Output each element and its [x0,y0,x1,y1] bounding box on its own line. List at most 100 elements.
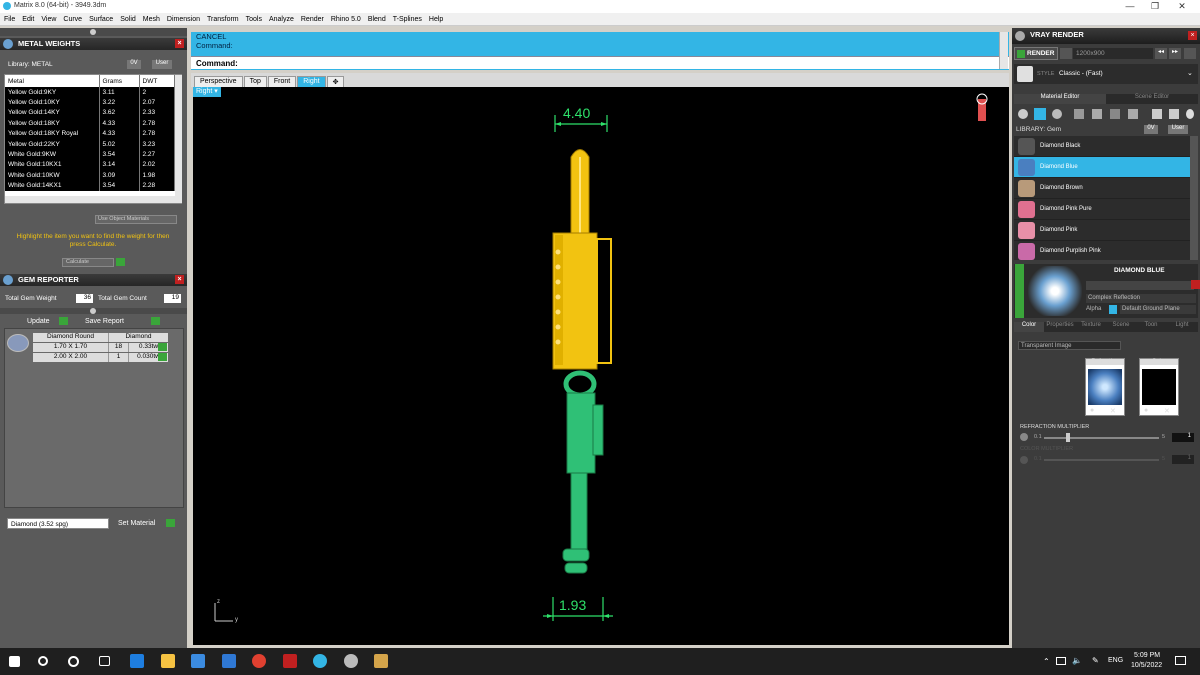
close-icon[interactable]: × [175,275,184,284]
set-material-button[interactable]: Set Material [118,520,155,527]
list-item[interactable]: Diamond Pink [1014,220,1190,241]
tab-front[interactable]: Front [267,76,297,87]
settings-icon[interactable] [1184,48,1196,59]
menu-help[interactable]: Help [429,16,443,23]
table-scrollbar[interactable] [175,75,182,203]
clear-icon[interactable]: ✕ [1164,407,1170,415]
windows-start-icon[interactable] [9,656,20,667]
task-view-icon[interactable] [68,656,79,667]
menu-tsplines[interactable]: T-Splines [393,16,422,23]
col-metal[interactable]: Metal [5,75,100,87]
save-report-go-icon[interactable] [151,317,160,325]
tab-color[interactable]: Color [1014,322,1044,332]
list-item[interactable]: Diamond Pink Pure [1014,199,1190,220]
widgets-icon[interactable] [99,656,110,666]
table-row[interactable]: Yellow Gold:10KY 3.22 2.07 [5,97,175,108]
drop-icon[interactable] [1018,109,1028,119]
minimize-button[interactable]: — [1120,1,1140,11]
menu-analyze[interactable]: Analyze [269,16,294,23]
update-go-icon[interactable] [59,317,68,325]
color-swatch[interactable]: Color ● ✕ [1139,358,1179,416]
tab-properties[interactable]: Properties [1044,322,1076,332]
panel-slider[interactable] [0,308,187,314]
rewind-icon[interactable]: ◂◂ [1155,48,1167,59]
menu-solid[interactable]: Solid [120,16,136,23]
tab-perspective[interactable]: Perspective [194,76,243,87]
menu-rhino[interactable]: Rhino 5.0 [331,16,361,23]
ground-select[interactable]: Default Ground Plane [1120,305,1196,314]
gem-row[interactable]: 2.00 X 2.00 1 0.030tw [33,353,168,362]
list-item[interactable]: Diamond Black [1014,136,1190,157]
list-item[interactable]: Diamond Brown [1014,178,1190,199]
material-scrollbar[interactable] [1190,136,1198,260]
gem-row-go-icon[interactable] [158,353,167,361]
grid-icon[interactable] [1128,109,1138,119]
viewport-right[interactable]: 4.40 1.93 z y [193,87,1009,645]
table-row[interactable]: White Gold:10KX1 3.14 2.02 [5,159,175,171]
table-row[interactable]: Yellow Gold:18KY Royal 4.33 2.78 [5,128,175,139]
tab-scene-editor[interactable]: Scene Editor [1106,94,1198,104]
pattern-icon[interactable] [1110,109,1120,119]
mail-icon[interactable] [222,654,236,668]
network-icon[interactable] [1056,657,1066,665]
chrome-icon[interactable] [252,654,266,668]
refraction-slider[interactable] [1044,437,1159,439]
close-icon[interactable]: × [175,39,184,48]
maximize-button[interactable]: ❐ [1145,1,1165,12]
filter-0v[interactable]: 0V [1144,125,1158,134]
menu-blend[interactable]: Blend [368,16,386,23]
menu-edit[interactable]: Edit [22,16,34,23]
tab-light[interactable]: Light [1166,322,1198,332]
slider-icon[interactable] [1020,433,1028,441]
render-button[interactable]: RENDER [1014,47,1058,60]
calculate-go-icon[interactable] [116,258,125,266]
refraction-swatch[interactable]: Refraction ● ✕ [1085,358,1125,416]
add-tab-icon[interactable]: ✥ [326,76,345,87]
save-report-button[interactable]: Save Report [85,318,124,325]
filter-0v[interactable]: 0V [127,60,141,69]
table-row[interactable]: White Gold:10KW 3.09 1.98 [5,170,175,181]
filter-user[interactable]: User [152,60,172,69]
close-icon[interactable]: × [1188,31,1197,40]
clock-time[interactable]: 5:09 PM [1134,652,1160,659]
resolution-field[interactable]: 1200x900 [1073,48,1153,59]
tab-top[interactable]: Top [243,76,267,87]
menu-view[interactable]: View [41,16,56,23]
add-material-icon[interactable] [1152,109,1162,119]
delete-icon[interactable] [1191,280,1200,289]
app-icon[interactable] [283,654,297,668]
style-row[interactable]: STYLE Classic - (Fast) ⌄ [1014,64,1198,84]
slider-knob[interactable] [90,308,96,314]
light-icon[interactable] [1186,109,1194,119]
filter-user[interactable]: User [1168,125,1188,134]
menu-file[interactable]: File [4,16,15,23]
update-button[interactable]: Update [27,318,50,325]
language-indicator[interactable]: ENG [1108,657,1123,664]
list-item[interactable]: Diamond Purplish Pink [1014,241,1190,260]
calculate-button[interactable]: Calculate [62,258,114,267]
use-object-materials-select[interactable]: Use Object Materials [95,215,177,224]
set-material-go-icon[interactable] [166,519,175,527]
table-row[interactable]: Yellow Gold:9KY 3.11 2 [5,87,175,98]
menu-mesh[interactable]: Mesh [143,16,160,23]
rhino-icon[interactable] [344,654,358,668]
command-scrollbar[interactable] [999,32,1008,69]
list-item[interactable]: Diamond Blue [1014,157,1190,178]
table-row[interactable]: Yellow Gold:14KY 3.62 2.33 [5,107,175,119]
tray-chevron-icon[interactable]: ⌃ [1043,657,1050,666]
tab-scene[interactable]: Scene [1106,322,1136,332]
slider-thumb[interactable] [1066,433,1070,442]
panel-slider[interactable] [0,28,187,36]
menu-tools[interactable]: Tools [246,16,262,23]
camera-icon[interactable] [1060,48,1072,59]
col-grams[interactable]: Grams [99,75,140,87]
tab-toon[interactable]: Toon [1136,322,1166,332]
tab-texture[interactable]: Texture [1076,322,1106,332]
texture-icon[interactable] [1074,109,1084,119]
gem-tool-icon[interactable] [1034,108,1046,120]
tab-material-editor[interactable]: Material Editor [1014,94,1106,104]
table-row[interactable]: Yellow Gold:18KY 4.33 2.78 [5,118,175,129]
expand-icon[interactable] [1015,264,1024,318]
store-icon[interactable] [191,654,205,668]
clear-icon[interactable]: ✕ [1110,407,1116,415]
